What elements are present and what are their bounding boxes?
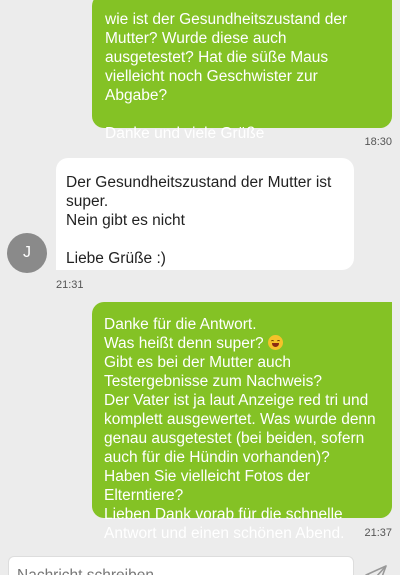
message-bubble-incoming[interactable]: Der Gesundheitszustand der Mutter ist su… bbox=[56, 158, 354, 270]
message-input[interactable] bbox=[9, 557, 353, 575]
message-bubble-outgoing[interactable]: Danke für die Antwort. Was heißt denn su… bbox=[92, 302, 392, 542]
message-text: wie ist der Gesundheitszustand der Mutte… bbox=[105, 11, 348, 142]
message-timestamp: 18:30 bbox=[364, 136, 392, 148]
message-composer[interactable] bbox=[8, 556, 354, 575]
chat-thread: wie ist der Gesundheitszustand der Mutte… bbox=[0, 0, 400, 575]
avatar[interactable]: J bbox=[7, 233, 47, 273]
send-icon[interactable] bbox=[364, 563, 388, 575]
message-text: Der Gesundheitszustand der Mutter ist su… bbox=[66, 174, 332, 267]
message-timestamp: 21:31 bbox=[56, 279, 84, 291]
message-text: Danke für die Antwort. Was heißt denn su… bbox=[104, 316, 264, 352]
message-timestamp: 21:37 bbox=[364, 527, 392, 539]
message-text-continued: Gibt es bei der Mutter auch Testergebnis… bbox=[104, 354, 376, 542]
message-bubble-outgoing[interactable]: wie ist der Gesundheitszustand der Mutte… bbox=[92, 0, 392, 142]
avatar-initial: J bbox=[23, 244, 31, 261]
grinning-sweat-emoji-icon bbox=[267, 335, 283, 350]
